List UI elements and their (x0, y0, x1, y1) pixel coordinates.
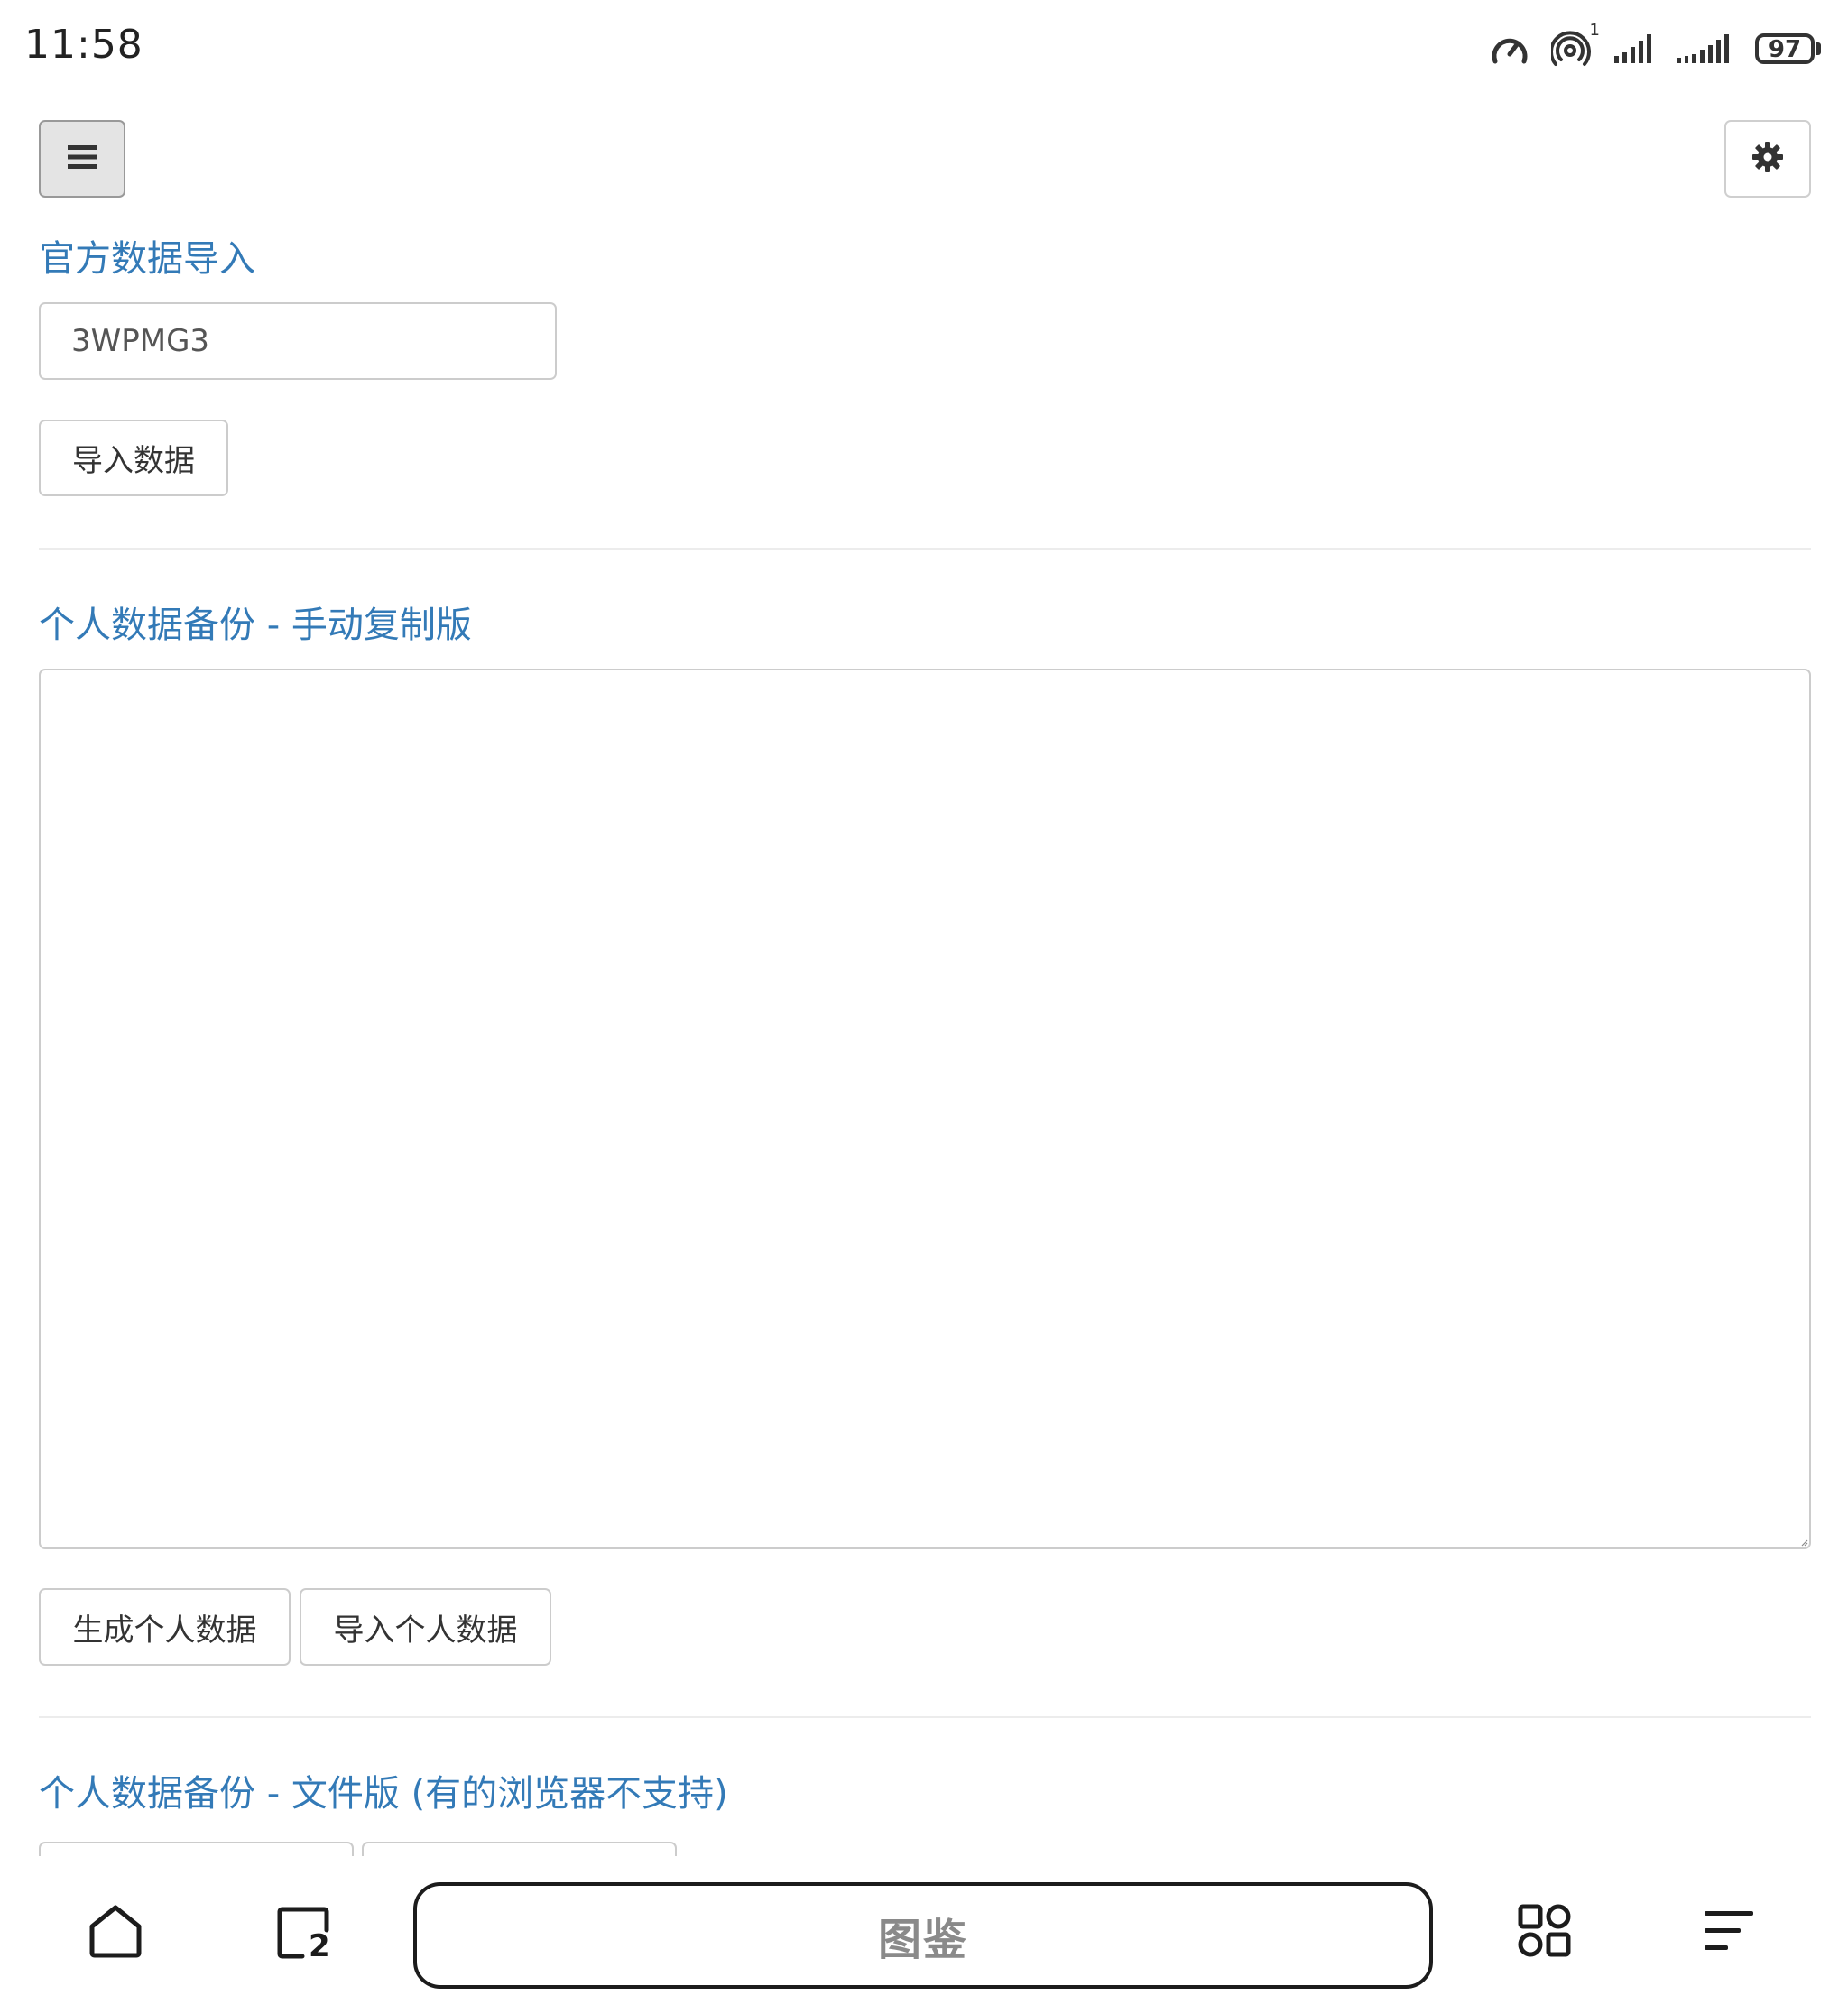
manual-backup-title: 个人数据备份 - 手动复制版 (39, 605, 472, 646)
file-export-button[interactable] (39, 1842, 354, 1856)
resize-grip-icon[interactable] (1801, 1539, 1808, 1547)
status-icons: 1 97 (1490, 21, 1821, 70)
apps-button[interactable] (1509, 1897, 1581, 1969)
status-time: 11:58 (24, 22, 143, 68)
battery-tip (1816, 42, 1821, 55)
home-button[interactable] (79, 1897, 152, 1969)
browser-bottom-bar: 2 图鉴 (0, 1856, 1848, 2014)
apps-grid-icon (1517, 1903, 1573, 1963)
clipped-content (0, 1836, 1848, 1856)
import-data-button[interactable]: 导入数据 (39, 420, 228, 496)
hotspot-icon: 1 (1551, 21, 1600, 68)
address-bar-text: 图鉴 (877, 1915, 968, 1965)
tab-count: 2 (309, 1928, 330, 1964)
tabs-icon: 2 (275, 1905, 331, 1964)
file-import-button[interactable] (362, 1842, 677, 1856)
battery-indicator: 97 (1755, 33, 1821, 64)
import-code-input[interactable] (39, 302, 557, 380)
signal-bars-icon (1614, 32, 1656, 65)
menu-toggle-button[interactable] (39, 120, 125, 198)
menu-lines-icon (1703, 1908, 1755, 1958)
status-bar: 11:58 1 97 (0, 0, 1848, 97)
address-bar[interactable]: 图鉴 (413, 1882, 1433, 1989)
hamburger-menu-icon (68, 143, 97, 174)
signal-bars-icon (1677, 32, 1733, 65)
home-icon (87, 1903, 144, 1963)
tabs-button[interactable]: 2 (267, 1897, 339, 1969)
browser-menu-button[interactable] (1693, 1897, 1765, 1969)
backup-data-textarea[interactable] (39, 669, 1811, 1549)
speed-meter-icon (1490, 31, 1529, 67)
generate-personal-data-button[interactable]: 生成个人数据 (39, 1588, 291, 1666)
file-backup-title: 个人数据备份 - 文件版 (有的浏览器不支持) (39, 1773, 728, 1815)
section-divider (39, 548, 1811, 550)
import-personal-data-button[interactable]: 导入个人数据 (300, 1588, 551, 1666)
hotspot-badge: 1 (1589, 21, 1600, 40)
gear-icon (1751, 141, 1784, 177)
settings-button[interactable] (1724, 120, 1811, 198)
official-import-title: 官方数据导入 (39, 238, 255, 280)
battery-level: 97 (1755, 33, 1815, 64)
section-divider (39, 1716, 1811, 1718)
